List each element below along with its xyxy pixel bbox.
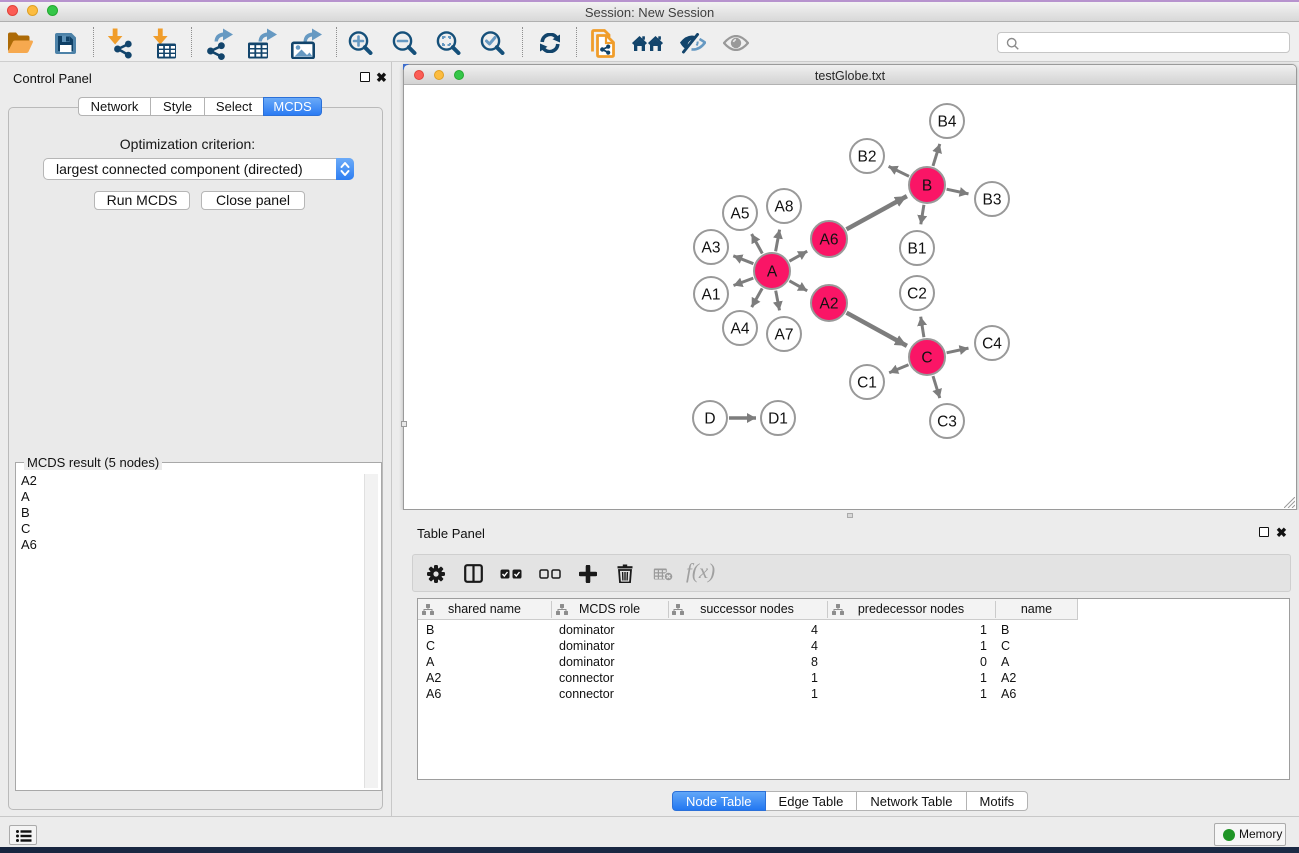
svg-text:C4: C4 <box>982 336 1002 353</box>
svg-text:C2: C2 <box>907 286 927 303</box>
svg-text:A6: A6 <box>820 232 839 249</box>
svg-text:A1: A1 <box>702 287 721 304</box>
svg-text:B3: B3 <box>983 192 1002 209</box>
svg-text:A7: A7 <box>775 327 794 344</box>
svg-text:B4: B4 <box>938 114 957 131</box>
svg-text:B1: B1 <box>908 241 927 258</box>
svg-text:A3: A3 <box>702 240 721 257</box>
svg-text:A8: A8 <box>775 199 794 216</box>
svg-text:B: B <box>922 178 932 195</box>
svg-text:A: A <box>767 264 778 281</box>
svg-text:D1: D1 <box>768 411 788 428</box>
svg-text:A4: A4 <box>731 321 750 338</box>
svg-text:C1: C1 <box>857 375 877 392</box>
svg-text:C: C <box>921 350 932 367</box>
svg-text:A2: A2 <box>820 296 839 313</box>
svg-text:B2: B2 <box>858 149 877 166</box>
svg-text:A5: A5 <box>731 206 750 223</box>
svg-text:C3: C3 <box>937 414 957 431</box>
svg-text:D: D <box>704 411 715 428</box>
